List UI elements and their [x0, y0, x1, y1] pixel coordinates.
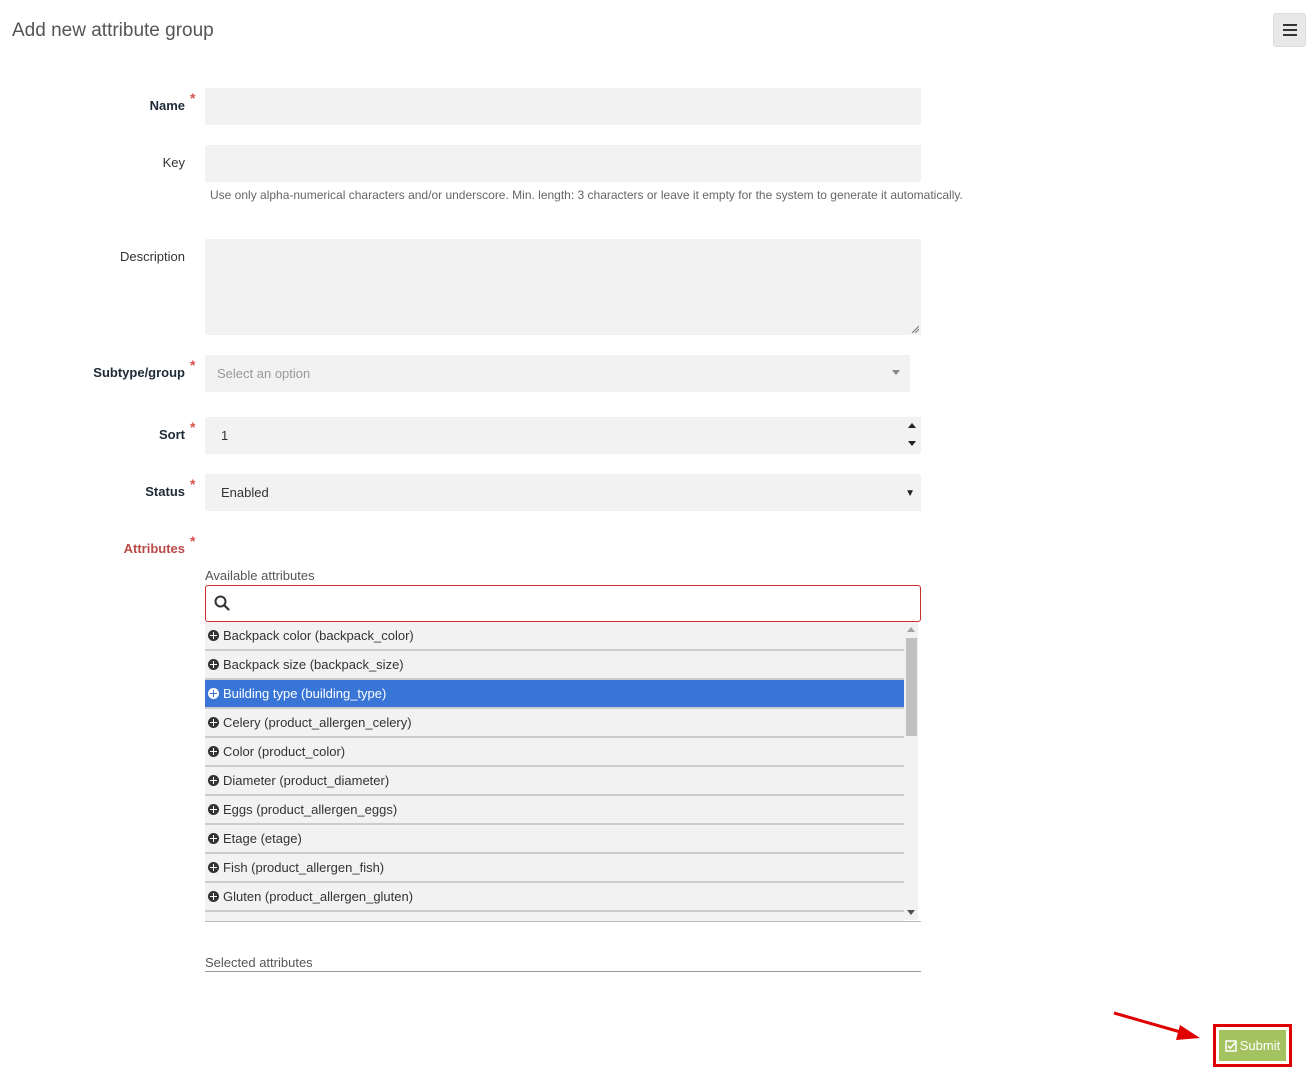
scroll-up-icon[interactable] — [907, 627, 915, 632]
name-input[interactable] — [205, 88, 921, 125]
list-item[interactable]: Diameter (product_diameter) — [205, 767, 904, 796]
list-item[interactable]: Gluten (product_allergen_gluten) — [205, 883, 904, 912]
list-item-label: Etage (etage) — [223, 831, 302, 846]
resize-grip-icon[interactable] — [911, 325, 919, 333]
required-marker: * — [190, 533, 196, 549]
list-item[interactable]: Backpack size (backpack_size) — [205, 651, 904, 680]
subtype-label: Subtype/group — [93, 365, 185, 380]
list-item-label: Celery (product_allergen_celery) — [223, 715, 412, 730]
list-item-partial[interactable] — [205, 912, 904, 921]
sort-label: Sort — [159, 427, 185, 442]
plus-circle-icon — [208, 891, 219, 902]
list-item[interactable]: Fish (product_allergen_fish) — [205, 854, 904, 883]
list-item[interactable]: Etage (etage) — [205, 825, 904, 854]
plus-circle-icon — [208, 833, 219, 844]
spin-up-icon[interactable] — [908, 423, 916, 428]
required-marker: * — [190, 357, 196, 373]
list-item-label: Building type (building_type) — [223, 686, 387, 701]
attributes-label: Attributes — [123, 541, 185, 556]
list-item-label: Backpack color (backpack_color) — [223, 628, 414, 643]
status-value: Enabled — [221, 485, 269, 500]
description-textarea[interactable] — [205, 239, 921, 335]
plus-circle-icon — [208, 862, 219, 873]
plus-circle-icon — [208, 659, 219, 670]
status-label: Status — [145, 484, 185, 499]
list-item-label: Gluten (product_allergen_gluten) — [223, 889, 414, 904]
plus-circle-icon — [208, 804, 219, 815]
description-label: Description — [119, 249, 185, 264]
key-input[interactable] — [205, 145, 921, 182]
annotation-arrow-icon — [1113, 1011, 1200, 1040]
attribute-search[interactable] — [205, 585, 921, 623]
list-item-label: Diameter (product_diameter) — [223, 773, 390, 788]
selected-attributes-area[interactable] — [205, 971, 921, 972]
sort-field[interactable]: 1 — [205, 417, 921, 454]
sort-value[interactable]: 1 — [221, 428, 228, 443]
list-scrollbar[interactable] — [904, 622, 918, 920]
scroll-down-icon[interactable] — [907, 910, 915, 915]
list-item-label: Color (product_color) — [223, 744, 346, 759]
list-item[interactable]: Eggs (product_allergen_eggs) — [205, 796, 904, 825]
list-item[interactable]: Color (product_color) — [205, 738, 904, 767]
status-select[interactable]: Enabled ▼ — [205, 474, 921, 511]
list-item-label: Backpack size (backpack_size) — [223, 657, 404, 672]
plus-circle-icon — [208, 717, 219, 728]
attribute-search-input[interactable] — [240, 586, 914, 623]
available-attributes-label: Available attributes — [205, 568, 315, 583]
key-label: Key — [162, 155, 185, 170]
list-item-label: Fish (product_allergen_fish) — [223, 860, 385, 875]
selected-attributes-label: Selected attributes — [205, 955, 313, 970]
list-item[interactable]: Building type (building_type) — [205, 680, 904, 709]
plus-circle-icon — [208, 746, 219, 757]
search-icon — [214, 595, 230, 611]
subtype-placeholder: Select an option — [217, 366, 311, 381]
submit-button[interactable]: Submit — [1219, 1030, 1286, 1061]
key-help-text: Use only alpha-numerical characters and/… — [210, 188, 963, 202]
name-label: Name — [149, 98, 185, 113]
available-attributes-list[interactable]: Backpack color (backpack_color) Backpack … — [205, 622, 921, 922]
submit-highlight: Submit — [1213, 1024, 1292, 1067]
key-field[interactable] — [205, 145, 921, 182]
chevron-down-icon — [892, 370, 900, 375]
list-item-label: Eggs (product_allergen_eggs) — [223, 802, 398, 817]
scroll-thumb[interactable] — [906, 638, 917, 736]
hamburger-menu-icon — [1282, 24, 1297, 36]
required-marker: * — [190, 476, 196, 492]
caret-down-icon: ▼ — [905, 488, 915, 499]
submit-label: Submit — [1239, 1038, 1281, 1053]
spin-down-icon[interactable] — [908, 441, 916, 446]
check-square-icon — [1225, 1039, 1237, 1052]
plus-circle-icon — [208, 630, 219, 641]
plus-circle-icon — [208, 775, 219, 786]
page-title: Add new attribute group — [12, 20, 214, 41]
required-marker: * — [190, 90, 196, 106]
plus-circle-icon — [208, 688, 219, 699]
list-item[interactable]: Celery (product_allergen_celery) — [205, 709, 904, 738]
list-item[interactable]: Backpack color (backpack_color) — [205, 622, 904, 651]
subtype-select[interactable]: Select an option — [205, 355, 910, 392]
required-marker: * — [190, 419, 196, 435]
name-field[interactable] — [205, 88, 921, 125]
menu-button[interactable] — [1273, 13, 1306, 47]
